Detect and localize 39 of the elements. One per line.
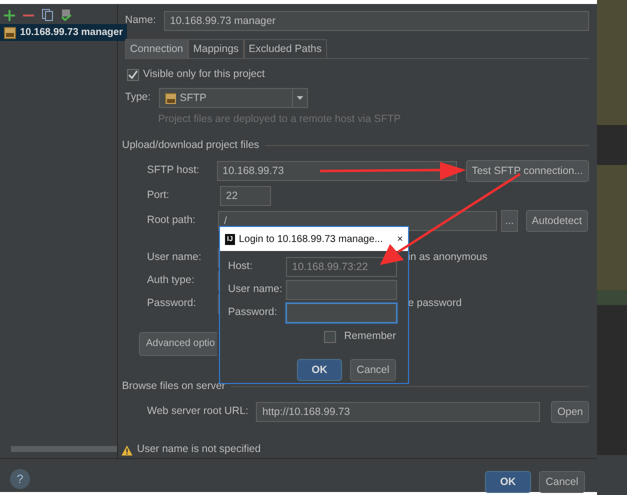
field-label: SFTP host:: [147, 163, 200, 178]
name-field[interactable]: 10.168.99.73 manager: [164, 11, 589, 31]
tab[interactable]: Mappings: [188, 39, 244, 58]
name-label: Name:: [125, 13, 156, 28]
field-label: Port:: [147, 188, 170, 204]
section-title: Browse files on server: [122, 378, 226, 394]
dialog-title: Login to 10.168.99.73 manage...: [238, 232, 384, 246]
field-label: User name:: [228, 282, 284, 297]
type-dropdown[interactable]: SFTP: [158, 88, 308, 108]
server-item[interactable]: 10.168.99.73 manager: [0, 24, 127, 41]
field-label: Password:: [147, 296, 198, 312]
tab[interactable]: Connection: [125, 39, 188, 58]
checkbox-label: Remember: [344, 329, 396, 344]
port-field[interactable]: 22: [220, 186, 271, 206]
section-title: Upload/download project files: [122, 138, 260, 153]
field-label: Root path:: [147, 213, 196, 228]
advanced-options-button[interactable]: Advanced optio: [139, 332, 217, 356]
cancel-button[interactable]: Cancel: [350, 359, 396, 381]
field-label: Web server root URL:: [147, 404, 248, 419]
autodetect-button[interactable]: Autodetect: [526, 210, 588, 232]
field-label: Host:: [228, 258, 254, 274]
tab[interactable]: Excluded Paths: [244, 39, 327, 58]
close-button[interactable]: ×: [397, 232, 403, 246]
ok-button[interactable]: OK: [485, 470, 531, 492]
host-field[interactable]: 10.168.99.73:22: [286, 256, 397, 276]
url-field[interactable]: http://10.168.99.73: [256, 402, 540, 422]
checkbox-label: Visible only for this project: [143, 67, 265, 82]
type-label: Type:: [125, 90, 151, 106]
cancel-button[interactable]: Cancel: [539, 470, 585, 492]
field-label: User name:: [147, 250, 202, 266]
host-field[interactable]: 10.168.99.73: [216, 161, 457, 181]
test-connection-button[interactable]: Test SFTP connection...: [466, 160, 589, 182]
open-button[interactable]: Open: [551, 400, 589, 423]
help-button[interactable]: ?: [10, 468, 30, 488]
field-label: Auth type:: [147, 273, 196, 288]
warning-text: User name is not specified: [137, 442, 261, 458]
field-label: Password:: [228, 304, 278, 320]
browse-button[interactable]: ...: [501, 210, 518, 232]
ok-button[interactable]: OK: [297, 359, 342, 381]
